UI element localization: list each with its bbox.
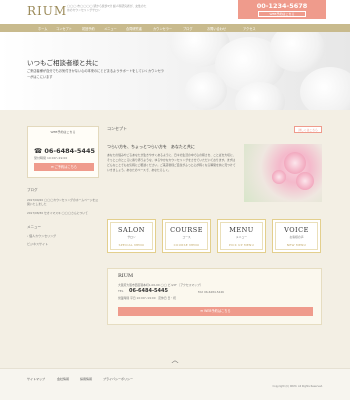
menu-card-caption: PICK UP MENU — [228, 243, 255, 247]
menu-card-title: SALON — [118, 226, 145, 234]
flower-photo — [244, 144, 322, 202]
nav-item-first[interactable]: 初回予約 — [82, 26, 95, 31]
menu-card-salon[interactable]: SALON サロン SPECIAL MENU — [107, 219, 156, 253]
sidebar-menu-item-label: 個人カウンセリング — [29, 234, 57, 238]
copyright: Copyright (C) RIUM. All Rights Reserved. — [272, 385, 323, 388]
nav-item-menu[interactable]: メニュー — [104, 26, 117, 31]
footer-link-recruit[interactable]: 採用情報 — [80, 377, 92, 381]
footer-link-sitemap[interactable]: サイトマップ — [27, 377, 45, 381]
back-to-top-button[interactable]: ︿ — [0, 355, 350, 365]
nav-item-concept[interactable]: コンセプト — [56, 26, 72, 31]
blog-list-item[interactable]: 2017/09/20 ◯◯◯カウンセリングのホームページを公開いたしました — [27, 198, 99, 206]
hero-banner: いつもご相談者様と共に ご来店者様が自分でもお気付きかない心の本来のにとどまるよ… — [0, 32, 350, 110]
store-tel-label: TEL — [118, 289, 124, 293]
global-nav: ホーム コンセプト 初回予約 メニュー 合同研究者 カウンセラー ブログ お問い… — [0, 24, 350, 32]
menu-card-subtitle: お客様の声 — [289, 235, 304, 239]
phone-icon: ☎ — [34, 147, 43, 155]
sidebar-footer-link[interactable]: ビジネスサイト — [27, 242, 99, 246]
menu-card-frame: COURSE コース COURSE MENU — [165, 222, 208, 250]
site-footer: サイトマップ 会社情報 採用情報 プライバシーポリシー Copyright (C… — [0, 368, 350, 400]
nav-item-research[interactable]: 合同研究者 — [126, 26, 142, 31]
header-contact[interactable]: 00-1234-5678 WEB予約はこちら — [238, 0, 326, 19]
menu-card-title: VOICE — [284, 226, 309, 234]
store-fax: FAX 06-6484-5446 — [198, 290, 224, 294]
menu-card-caption: SPECIAL MENU — [118, 243, 145, 247]
hero-text: ご来店者様が自分でもお気付きかない心の本来のにとどまるようサポートをしていくカウ… — [27, 69, 164, 79]
menu-card-caption: COURSE MENU — [173, 243, 200, 247]
nav-item-access[interactable]: アクセス — [243, 26, 256, 31]
concept-heading: つらい方を、ちょっとつらい方を あなたと共に — [107, 144, 195, 149]
nav-item-blog[interactable]: ブログ — [183, 26, 193, 31]
store-info: RIUM 大阪府大阪市西区靭本町1-00-00 ◯◯ ビル5F ［アクセスマップ… — [107, 268, 322, 325]
sidebar-tel-number[interactable]: 06-6484-5445 — [44, 147, 95, 155]
sidebar-contact-heading: WEB予約はこちら — [50, 130, 76, 134]
flower-decoration — [185, 72, 227, 110]
menu-card-subtitle: メニュー — [235, 235, 248, 239]
header-reserve-button[interactable]: WEB予約はこちら — [258, 11, 306, 17]
store-reserve-button[interactable]: ✉ WEB予約はこちら — [118, 307, 313, 316]
menu-card-title: COURSE — [170, 226, 203, 234]
flower-decoration — [300, 67, 350, 110]
concept-section: コンセプト 詳しくはこちら つらい方を、ちょっとつらい方を あなたと共に あなた… — [107, 126, 322, 208]
menu-card-frame: SALON サロン SPECIAL MENU — [110, 222, 153, 250]
sidebar-menu-heading: メニュー — [27, 225, 41, 229]
menu-card-subtitle: サロン — [127, 235, 136, 239]
footer-link-company[interactable]: 会社情報 — [57, 377, 69, 381]
concept-more-button[interactable]: 詳しくはこちら — [294, 126, 322, 133]
menu-card-course[interactable]: COURSE コース COURSE MENU — [162, 219, 211, 253]
sidebar-hours: 受付時間 10:00～19:00 — [34, 156, 68, 160]
nav-item-counselor[interactable]: カウンセラー — [153, 26, 172, 31]
site-tagline: ◯◯◯ 市◯◯◯◯ 駅から徒歩5分 婦人科研究者が、女性のためのカウンセリングサ… — [67, 4, 147, 13]
flower-bloom — [272, 170, 286, 184]
header-tel[interactable]: 00-1234-5678 — [238, 0, 326, 10]
menu-card-menu[interactable]: MENU メニュー PICK UP MENU — [217, 219, 266, 253]
menu-card-frame: VOICE お客様の声 NEW MENU — [275, 222, 318, 250]
menu-card-title: MENU — [229, 226, 254, 234]
concept-title: コンセプト — [107, 126, 127, 131]
nav-item-home[interactable]: ホーム — [38, 26, 47, 31]
menu-card-frame: MENU メニュー PICK UP MENU — [220, 222, 263, 250]
nav-item-contact[interactable]: お問い合わせ — [207, 26, 226, 31]
sidebar-tel[interactable]: ☎ 06-6484-5445 — [34, 147, 95, 155]
store-name: RIUM — [118, 273, 134, 279]
menu-grid: SALON サロン SPECIAL MENU COURSE コース COURSE… — [107, 219, 322, 253]
store-hours: 営業時間 平日 10:00～19:00 定休日 日・祝 — [118, 296, 176, 300]
site-header: RIUM ◯◯◯ 市◯◯◯◯ 駅から徒歩5分 婦人科研究者が、女性のためのカウン… — [0, 0, 350, 24]
sidebar: WEB予約はこちら ☎ 06-6484-5445 受付時間 10:00～19:0… — [27, 126, 99, 246]
sidebar-reserve-button[interactable]: ✉ ご予約はこちら — [34, 163, 94, 171]
menu-card-caption: NEW MENU — [286, 243, 307, 247]
hero-title: いつもご相談者様と共に — [27, 59, 99, 67]
footer-link-privacy[interactable]: プライバシーポリシー — [103, 377, 133, 381]
concept-text: あなたの悩みやごるあなたが生きやすくあるように、日々の生活の中で心の軽さを、こと… — [107, 153, 236, 172]
sidebar-menu-item[interactable]: › 個人カウンセリング — [27, 234, 99, 238]
menu-card-voice[interactable]: VOICE お客様の声 NEW MENU — [272, 219, 321, 253]
sidebar-reserve-label: ご予約はこちら — [54, 165, 77, 169]
flower-decoration — [235, 82, 285, 110]
sidebar-contact-box: WEB予約はこちら ☎ 06-6484-5445 受付時間 10:00～19:0… — [27, 126, 99, 178]
flower-bloom — [296, 172, 314, 190]
mail-icon: ✉ — [51, 165, 54, 169]
store-tel[interactable]: 06-6484-5445 — [129, 288, 168, 294]
site-logo[interactable]: RIUM — [27, 4, 67, 18]
menu-card-subtitle: コース — [182, 235, 191, 239]
store-reserve-label: WEB予約はこちら — [204, 309, 231, 313]
sidebar-blog-heading: ブログ — [27, 188, 38, 192]
blog-list-item[interactable]: 2017/08/30 セオイマスキ ◯◯◯さんについて — [27, 211, 99, 215]
store-address: 大阪府大阪市西区靭本町1-00-00 ◯◯ ビル5F ［アクセスマップ］ — [118, 283, 203, 287]
flower-bloom — [284, 152, 306, 174]
mail-icon: ✉ — [200, 309, 204, 313]
